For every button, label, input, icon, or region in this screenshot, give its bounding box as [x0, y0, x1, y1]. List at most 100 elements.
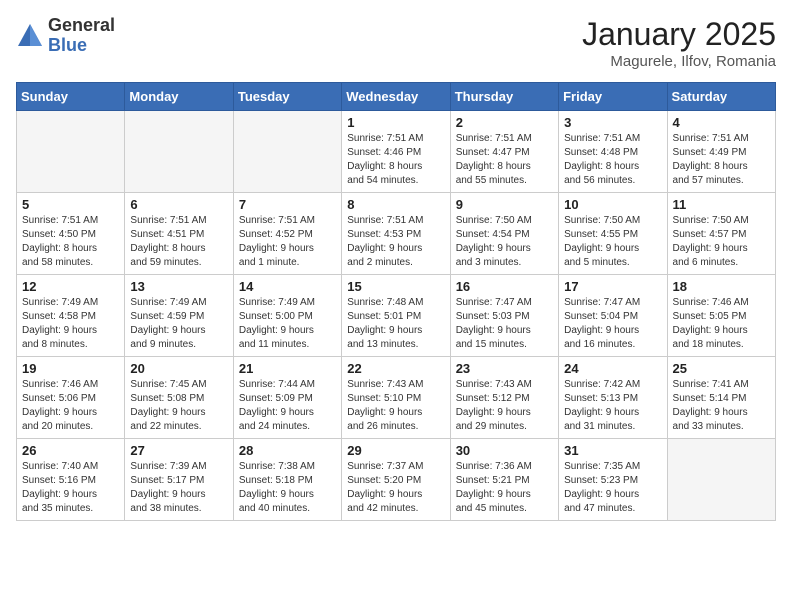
- calendar-cell: 5 Sunrise: 7:51 AM Sunset: 4:50 PM Daylig…: [17, 193, 125, 275]
- calendar-cell: 4 Sunrise: 7:51 AM Sunset: 4:49 PM Daylig…: [667, 111, 775, 193]
- calendar-cell: 26Sunrise: 7:40 AM Sunset: 5:16 PM Dayli…: [17, 439, 125, 521]
- week-row-1: 5 Sunrise: 7:51 AM Sunset: 4:50 PM Daylig…: [17, 193, 776, 275]
- calendar-subtitle: Magurele, Ilfov, Romania: [582, 53, 776, 70]
- day-number: 10: [564, 197, 661, 212]
- weekday-header-friday: Friday: [559, 83, 667, 111]
- day-info: Sunrise: 7:43 AM Sunset: 5:10 PM Dayligh…: [347, 378, 444, 434]
- weekday-header-tuesday: Tuesday: [233, 83, 341, 111]
- calendar-cell: 15 Sunrise: 7:48 AM Sunset: 5:01 PM Dayli…: [342, 275, 450, 357]
- calendar-cell: 2 Sunrise: 7:51 AM Sunset: 4:47 PM Daylig…: [450, 111, 558, 193]
- calendar-cell: 29 Sunrise: 7:37 AM Sunset: 5:20 PM Dayli…: [342, 439, 450, 521]
- calendar-cell: 17 Sunrise: 7:47 AM Sunset: 5:04 PM Dayli…: [559, 275, 667, 357]
- day-info: Sunrise: 7:50 AM Sunset: 4:55 PM Dayligh…: [564, 214, 661, 270]
- day-info: Sunrise: 7:49 AM Sunset: 4:58 PM Dayligh…: [22, 296, 119, 352]
- calendar-cell: 23 Sunrise: 7:43 AM Sunset: 5:12 PM Dayli…: [450, 357, 558, 439]
- calendar-cell: [17, 111, 125, 193]
- day-number: 25: [673, 361, 770, 376]
- day-info: Sunrise: 7:49 AM Sunset: 5:00 PM Dayligh…: [239, 296, 336, 352]
- day-number: 8: [347, 197, 444, 212]
- calendar-cell: 6 Sunrise: 7:51 AM Sunset: 4:51 PM Daylig…: [125, 193, 233, 275]
- day-number: 16: [456, 279, 553, 294]
- day-info: Sunrise: 7:47 AM Sunset: 5:03 PM Dayligh…: [456, 296, 553, 352]
- weekday-header-wednesday: Wednesday: [342, 83, 450, 111]
- day-info: Sunrise: 7:39 AM Sunset: 5:17 PM Dayligh…: [130, 460, 227, 516]
- logo-general-text: General: [48, 16, 115, 36]
- day-number: 1: [347, 115, 444, 130]
- day-number: 28: [239, 443, 336, 458]
- title-block: January 2025 Magurele, Ilfov, Romania: [582, 16, 776, 70]
- week-row-3: 19Sunrise: 7:46 AM Sunset: 5:06 PM Dayli…: [17, 357, 776, 439]
- day-number: 31: [564, 443, 661, 458]
- day-info: Sunrise: 7:45 AM Sunset: 5:08 PM Dayligh…: [130, 378, 227, 434]
- calendar-cell: [125, 111, 233, 193]
- day-info: Sunrise: 7:48 AM Sunset: 5:01 PM Dayligh…: [347, 296, 444, 352]
- day-info: Sunrise: 7:46 AM Sunset: 5:05 PM Dayligh…: [673, 296, 770, 352]
- calendar-cell: [667, 439, 775, 521]
- day-info: Sunrise: 7:46 AM Sunset: 5:06 PM Dayligh…: [22, 378, 119, 434]
- day-number: 4: [673, 115, 770, 130]
- calendar-cell: 31 Sunrise: 7:35 AM Sunset: 5:23 PM Dayli…: [559, 439, 667, 521]
- day-number: 29: [347, 443, 444, 458]
- calendar-cell: 3Sunrise: 7:51 AM Sunset: 4:48 PM Daylig…: [559, 111, 667, 193]
- day-number: 2: [456, 115, 553, 130]
- day-info: Sunrise: 7:51 AM Sunset: 4:51 PM Dayligh…: [130, 214, 227, 270]
- calendar-cell: 7Sunrise: 7:51 AM Sunset: 4:52 PM Daylig…: [233, 193, 341, 275]
- day-number: 14: [239, 279, 336, 294]
- day-number: 23: [456, 361, 553, 376]
- day-number: 17: [564, 279, 661, 294]
- logo-icon: [16, 22, 44, 50]
- day-info: Sunrise: 7:51 AM Sunset: 4:49 PM Dayligh…: [673, 132, 770, 188]
- calendar-cell: 19Sunrise: 7:46 AM Sunset: 5:06 PM Dayli…: [17, 357, 125, 439]
- week-row-4: 26Sunrise: 7:40 AM Sunset: 5:16 PM Dayli…: [17, 439, 776, 521]
- day-number: 21: [239, 361, 336, 376]
- calendar-cell: 12 Sunrise: 7:49 AM Sunset: 4:58 PM Dayli…: [17, 275, 125, 357]
- day-info: Sunrise: 7:43 AM Sunset: 5:12 PM Dayligh…: [456, 378, 553, 434]
- page-header: General Blue January 2025 Magurele, Ilfo…: [16, 16, 776, 70]
- day-info: Sunrise: 7:35 AM Sunset: 5:23 PM Dayligh…: [564, 460, 661, 516]
- day-number: 3: [564, 115, 661, 130]
- calendar-cell: 14 Sunrise: 7:49 AM Sunset: 5:00 PM Dayli…: [233, 275, 341, 357]
- calendar-header: SundayMondayTuesdayWednesdayThursdayFrid…: [17, 83, 776, 111]
- day-number: 5: [22, 197, 119, 212]
- weekday-header-sunday: Sunday: [17, 83, 125, 111]
- logo-text: General Blue: [48, 16, 115, 56]
- calendar-cell: 27 Sunrise: 7:39 AM Sunset: 5:17 PM Dayli…: [125, 439, 233, 521]
- calendar-cell: 21 Sunrise: 7:44 AM Sunset: 5:09 PM Dayli…: [233, 357, 341, 439]
- day-info: Sunrise: 7:51 AM Sunset: 4:50 PM Dayligh…: [22, 214, 119, 270]
- day-number: 6: [130, 197, 227, 212]
- calendar-cell: [233, 111, 341, 193]
- calendar-title: January 2025: [582, 16, 776, 53]
- day-number: 26: [22, 443, 119, 458]
- calendar-cell: 11 Sunrise: 7:50 AM Sunset: 4:57 PM Dayli…: [667, 193, 775, 275]
- calendar-cell: 30Sunrise: 7:36 AM Sunset: 5:21 PM Dayli…: [450, 439, 558, 521]
- weekday-header-row: SundayMondayTuesdayWednesdayThursdayFrid…: [17, 83, 776, 111]
- calendar-cell: 20 Sunrise: 7:45 AM Sunset: 5:08 PM Dayli…: [125, 357, 233, 439]
- calendar-cell: 28Sunrise: 7:38 AM Sunset: 5:18 PM Dayli…: [233, 439, 341, 521]
- day-info: Sunrise: 7:44 AM Sunset: 5:09 PM Dayligh…: [239, 378, 336, 434]
- calendar-cell: 18Sunrise: 7:46 AM Sunset: 5:05 PM Dayli…: [667, 275, 775, 357]
- day-number: 27: [130, 443, 227, 458]
- day-number: 12: [22, 279, 119, 294]
- day-number: 20: [130, 361, 227, 376]
- day-number: 11: [673, 197, 770, 212]
- day-number: 22: [347, 361, 444, 376]
- calendar-cell: 22 Sunrise: 7:43 AM Sunset: 5:10 PM Dayli…: [342, 357, 450, 439]
- day-info: Sunrise: 7:51 AM Sunset: 4:47 PM Dayligh…: [456, 132, 553, 188]
- day-number: 15: [347, 279, 444, 294]
- logo: General Blue: [16, 16, 115, 56]
- day-number: 13: [130, 279, 227, 294]
- day-info: Sunrise: 7:50 AM Sunset: 4:57 PM Dayligh…: [673, 214, 770, 270]
- calendar-cell: 13Sunrise: 7:49 AM Sunset: 4:59 PM Dayli…: [125, 275, 233, 357]
- day-info: Sunrise: 7:51 AM Sunset: 4:46 PM Dayligh…: [347, 132, 444, 188]
- day-number: 30: [456, 443, 553, 458]
- weekday-header-saturday: Saturday: [667, 83, 775, 111]
- day-info: Sunrise: 7:37 AM Sunset: 5:20 PM Dayligh…: [347, 460, 444, 516]
- logo-blue-text: Blue: [48, 36, 115, 56]
- day-info: Sunrise: 7:47 AM Sunset: 5:04 PM Dayligh…: [564, 296, 661, 352]
- day-number: 9: [456, 197, 553, 212]
- day-number: 24: [564, 361, 661, 376]
- weekday-header-thursday: Thursday: [450, 83, 558, 111]
- day-info: Sunrise: 7:41 AM Sunset: 5:14 PM Dayligh…: [673, 378, 770, 434]
- day-info: Sunrise: 7:42 AM Sunset: 5:13 PM Dayligh…: [564, 378, 661, 434]
- day-number: 7: [239, 197, 336, 212]
